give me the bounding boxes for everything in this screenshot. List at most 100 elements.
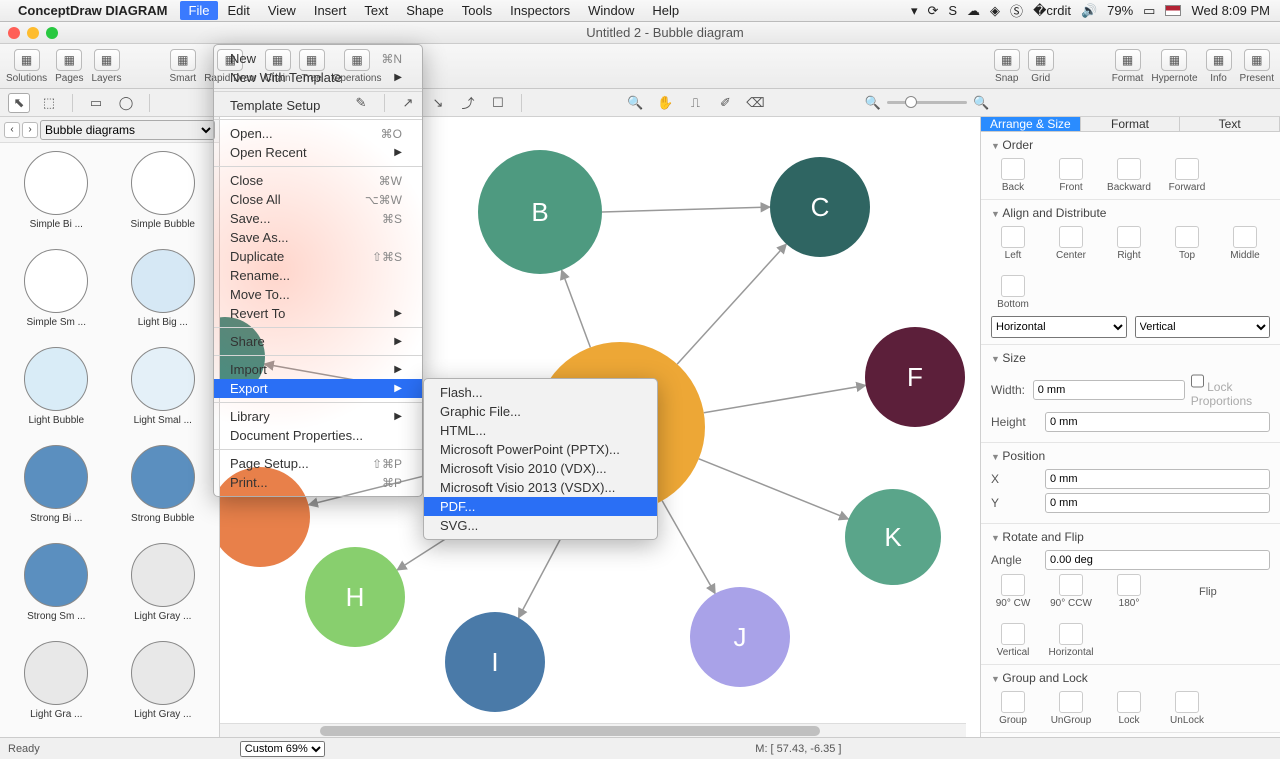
export-menu-pdf-[interactable]: PDF... [424,497,657,516]
library-back-button[interactable]: ‹ [4,122,20,138]
align-row-left[interactable]: Left [991,226,1035,261]
diamond-icon[interactable]: ◈ [990,3,1000,19]
flip-horizontal[interactable]: Horizontal [1049,623,1093,658]
cloud-icon[interactable]: ☁ [967,3,980,19]
order-row-back[interactable]: Back [991,158,1035,193]
group-row-group[interactable]: Group [991,691,1035,726]
library-forward-button[interactable]: › [22,122,38,138]
zoom-tool-icon[interactable]: 🔍 [624,93,646,113]
connector-4-icon[interactable]: ☐ [487,93,509,113]
align-row-right[interactable]: Right [1107,226,1151,261]
distribute-h-select[interactable]: Horizontal [991,316,1127,338]
export-menu-svg-[interactable]: SVG... [424,516,657,535]
library-select[interactable]: Bubble diagrams [40,120,215,140]
stamp-tool-icon[interactable]: ⎍ [684,93,706,113]
export-menu-flash-[interactable]: Flash... [424,383,657,402]
file-menu-document-properties-[interactable]: Document Properties... [214,426,422,445]
shape-item[interactable]: Light Gra ... [8,641,105,729]
shape-item[interactable]: Strong Bubble [115,445,212,533]
file-menu-move-to-[interactable]: Move To... [214,285,422,304]
menu-help[interactable]: Help [643,1,688,20]
pointer-tool-icon[interactable]: ⬉ [8,93,30,113]
wifi-icon[interactable]: �crdit [1033,3,1071,19]
horizontal-scrollbar[interactable] [220,723,966,737]
height-input[interactable] [1045,412,1270,432]
menu-window[interactable]: Window [579,1,643,20]
battery-icon[interactable]: ▭ [1143,3,1155,19]
menu-shape[interactable]: Shape [397,1,453,20]
shape-item[interactable]: Strong Sm ... [8,543,105,631]
inspector-tab-format[interactable]: Format [1081,117,1181,131]
file-menu-open-[interactable]: Open...⌘O [214,124,422,143]
flip-vertical[interactable]: Vertical [991,623,1035,658]
align-row-top[interactable]: Top [1165,226,1209,261]
connector-3-icon[interactable]: ⤴ [457,93,479,113]
export-menu-graphic-file-[interactable]: Graphic File... [424,402,657,421]
file-menu-save-as-[interactable]: Save As... [214,228,422,247]
shape-item[interactable]: Strong Bi ... [8,445,105,533]
file-menu-close-all[interactable]: Close All⌥⌘W [214,190,422,209]
file-menu-import[interactable]: Import▶ [214,360,422,379]
inspector-tab-arrange-size[interactable]: Arrange & Size [981,117,1081,131]
eyedropper-tool-icon[interactable]: ✐ [714,93,736,113]
toolbar-pages[interactable]: ▦Pages [55,48,83,84]
shape-item[interactable]: Simple Sm ... [8,249,105,337]
export-menu-microsoft-visio-vdx-[interactable]: Microsoft Visio 2010 (VDX)... [424,459,657,478]
lock-proportions-checkbox[interactable] [1191,371,1204,391]
menu-file[interactable]: File [180,1,219,20]
menu-tools[interactable]: Tools [453,1,501,20]
rotate-row--ccw[interactable]: 90° CCW [1049,574,1093,609]
eraser-tool-icon[interactable]: ⌫ [744,93,766,113]
file-menu-new-with-template[interactable]: New With Template▶ [214,68,422,87]
inspector-tab-text[interactable]: Text [1180,117,1280,131]
shape-item[interactable]: Simple Bubble [115,151,212,239]
file-menu-save-[interactable]: Save...⌘S [214,209,422,228]
align-row-bottom[interactable]: Bottom [991,275,1035,310]
file-menu-rename-[interactable]: Rename... [214,266,422,285]
rotate-row--cw[interactable]: 90° CW [991,574,1035,609]
marquee-tool-icon[interactable]: ⬚ [38,93,60,113]
minimize-window-button[interactable] [27,27,39,39]
file-menu-revert-to[interactable]: Revert To▶ [214,304,422,323]
file-menu-page-setup-[interactable]: Page Setup...⇧⌘P [214,454,422,473]
order-row-forward[interactable]: Forward [1165,158,1209,193]
zoom-in-icon[interactable]: 🔍 [973,95,989,111]
vlc-icon[interactable]: ▾ [911,3,918,19]
export-menu-html-[interactable]: HTML... [424,421,657,440]
toolbar-grid[interactable]: ▦Grid [1028,48,1054,84]
menu-view[interactable]: View [259,1,305,20]
toolbar-snap[interactable]: ▦Snap [994,48,1020,84]
shape-item[interactable]: Light Gray ... [115,641,212,729]
menu-edit[interactable]: Edit [218,1,258,20]
letter-icon[interactable]: S [948,3,957,18]
rotate-row--[interactable]: 180° [1107,574,1151,609]
toolbar-hypernote[interactable]: ▦Hypernote [1151,48,1197,84]
shape-item[interactable]: Light Big ... [115,249,212,337]
order-row-front[interactable]: Front [1049,158,1093,193]
zoom-out-icon[interactable]: 🔍 [865,95,881,111]
align-row-center[interactable]: Center [1049,226,1093,261]
menu-text[interactable]: Text [355,1,397,20]
distribute-v-select[interactable]: Vertical [1135,316,1271,338]
file-menu-library[interactable]: Library▶ [214,407,422,426]
x-input[interactable] [1045,469,1270,489]
align-row-middle[interactable]: Middle [1223,226,1267,261]
file-menu-new[interactable]: New⌘N [214,49,422,68]
skype-icon[interactable]: Ⓢ [1010,1,1023,20]
connector-2-icon[interactable]: ↘ [427,93,449,113]
menu-inspectors[interactable]: Inspectors [501,1,579,20]
ellipse-tool-icon[interactable]: ◯ [115,93,137,113]
file-menu-open-recent[interactable]: Open Recent▶ [214,143,422,162]
y-input[interactable] [1045,493,1270,513]
toolbar-info[interactable]: ▦Info [1206,48,1232,84]
flag-icon[interactable] [1165,5,1181,16]
shape-item[interactable]: Light Bubble [8,347,105,435]
file-menu-template-setup[interactable]: Template Setup [214,96,422,115]
file-menu-duplicate[interactable]: Duplicate⇧⌘S [214,247,422,266]
order-row-backward[interactable]: Backward [1107,158,1151,193]
toolbar-layers[interactable]: ▦Layers [92,48,122,84]
group-row-ungroup[interactable]: UnGroup [1049,691,1093,726]
close-window-button[interactable] [8,27,20,39]
file-menu-export[interactable]: Export▶ [214,379,422,398]
volume-icon[interactable]: 🔊 [1081,3,1097,19]
